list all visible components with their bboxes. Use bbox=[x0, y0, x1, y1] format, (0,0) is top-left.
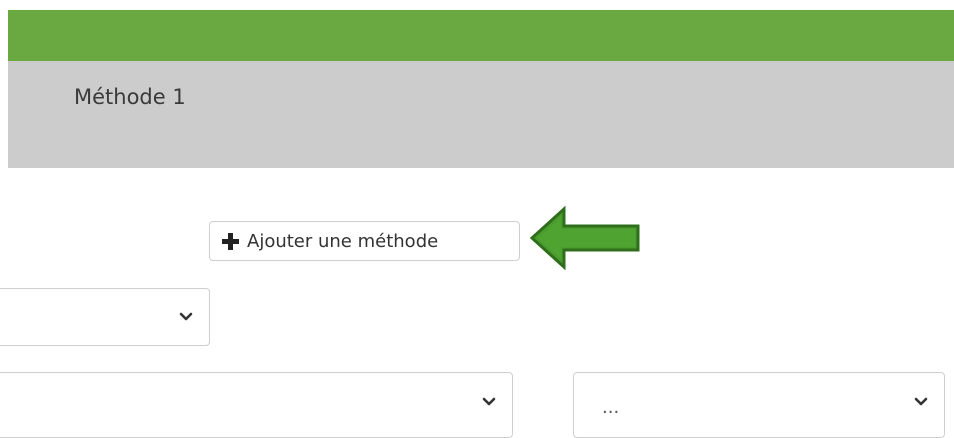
plus-icon bbox=[222, 232, 239, 250]
add-method-label: Ajouter une méthode bbox=[247, 230, 439, 252]
tab-header: Méthode 1 bbox=[8, 61, 954, 168]
select-dropdown-3[interactable]: ... bbox=[573, 372, 945, 438]
select-value: ... bbox=[602, 397, 620, 418]
top-bar bbox=[8, 10, 954, 61]
select-dropdown-2[interactable] bbox=[0, 372, 513, 438]
add-method-button[interactable]: Ajouter une méthode bbox=[209, 221, 520, 261]
tab-title[interactable]: Méthode 1 bbox=[74, 85, 186, 109]
arrow-left-icon bbox=[529, 205, 640, 271]
select-dropdown-1[interactable] bbox=[0, 288, 210, 346]
chevron-down-icon bbox=[482, 397, 496, 406]
chevron-down-icon bbox=[179, 312, 193, 321]
chevron-down-icon bbox=[914, 397, 928, 406]
